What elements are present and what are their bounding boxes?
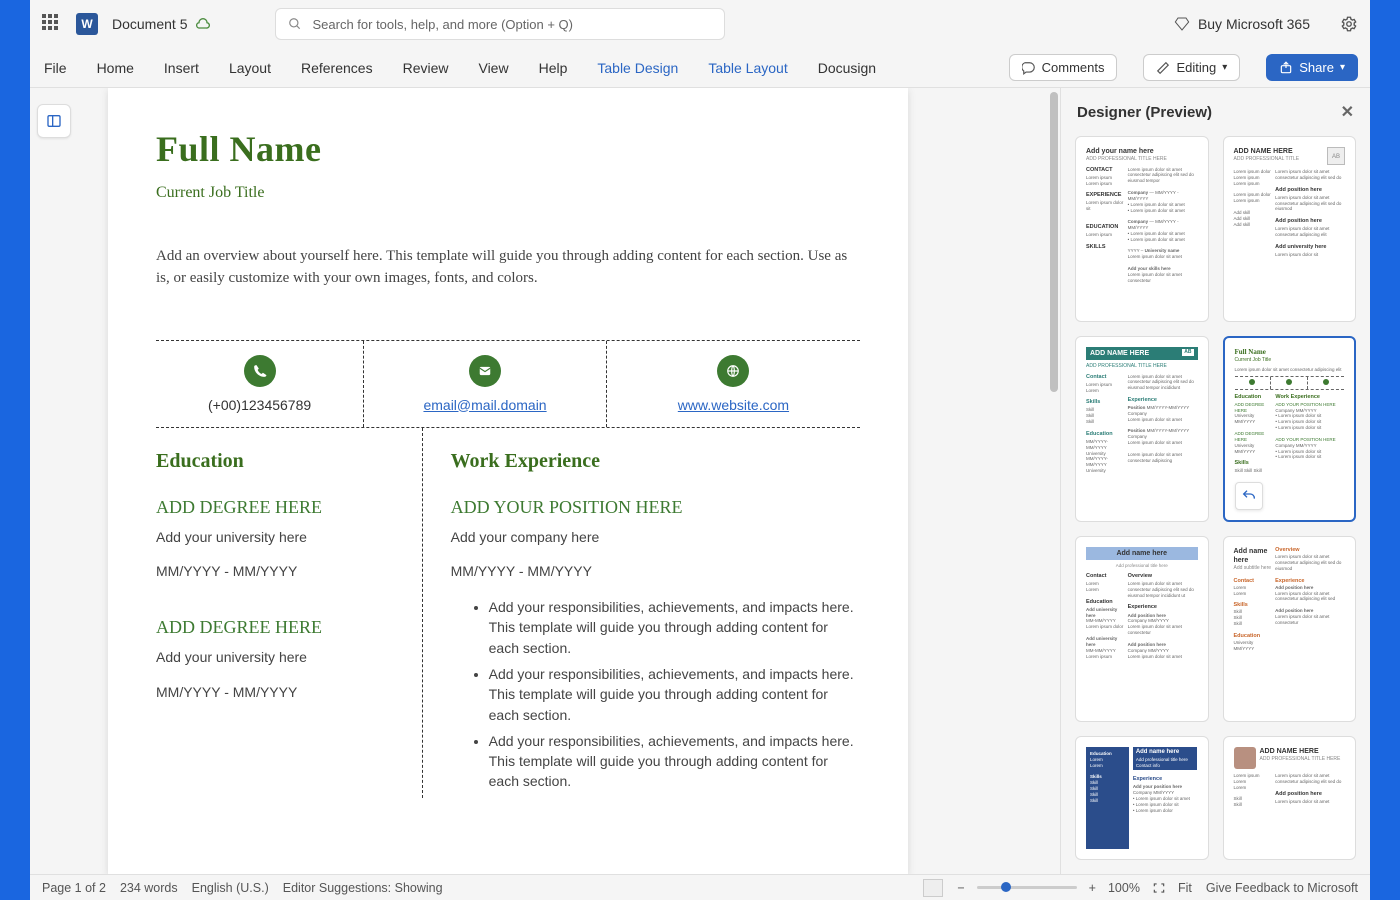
design-card-6[interactable]: Add name hereAdd subtitle hereContactLor… xyxy=(1223,536,1357,722)
design-card-8[interactable]: ADD NAME HERE ADD PROFESSIONAL TITLE HER… xyxy=(1223,736,1357,860)
settings-icon[interactable] xyxy=(1340,15,1358,33)
design-card-3[interactable]: ADD NAME HERE AB ADD PROFESSIONAL TITLE … xyxy=(1075,336,1209,522)
email-icon xyxy=(469,355,501,387)
zoom-slider[interactable] xyxy=(977,886,1077,889)
contact-phone[interactable]: (+00)123456789 xyxy=(162,397,357,413)
chevron-down-icon: ▾ xyxy=(1222,62,1227,73)
contact-email[interactable]: email@mail.domain xyxy=(370,397,600,413)
contact-email-cell[interactable]: email@mail.domain xyxy=(363,341,606,427)
undo-design-button[interactable] xyxy=(1235,482,1263,510)
designer-panel: Designer (Preview) ✕ Add your name here … xyxy=(1060,88,1370,874)
close-icon[interactable]: ✕ xyxy=(1341,102,1354,122)
design-card-2[interactable]: AB ADD NAME HERE ADD PROFESSIONAL TITLE … xyxy=(1223,136,1357,322)
zoom-slider-thumb[interactable] xyxy=(1001,882,1011,892)
fit-width-icon[interactable] xyxy=(1152,881,1166,895)
navigation-pane-button[interactable] xyxy=(37,104,71,138)
contact-phone-cell[interactable]: (+00)123456789 xyxy=(156,341,363,427)
undo-icon xyxy=(1241,488,1257,504)
word-logo-icon: W xyxy=(76,13,98,35)
feedback-link[interactable]: Give Feedback to Microsoft xyxy=(1206,881,1358,895)
panel-icon xyxy=(46,113,62,129)
tab-docusign[interactable]: Docusign xyxy=(816,54,878,82)
editing-mode-button[interactable]: Editing ▾ xyxy=(1143,54,1240,81)
degree-1[interactable]: ADD DEGREE HERE xyxy=(156,497,402,518)
tab-review[interactable]: Review xyxy=(401,54,451,82)
design-card-4-selected[interactable]: Full Name Current Job Title Lorem ipsum … xyxy=(1223,336,1357,522)
share-button[interactable]: Share ▾ xyxy=(1266,54,1358,81)
work-bullet-2[interactable]: Add your responsibilities, achievements,… xyxy=(489,664,860,725)
document-page[interactable]: Full Name Current Job Title Add an overv… xyxy=(108,88,908,874)
work-header[interactable]: Work Experience xyxy=(451,450,860,473)
tab-file[interactable]: File xyxy=(42,54,69,82)
tab-references[interactable]: References xyxy=(299,54,375,82)
work-bullet-3[interactable]: Add your responsibilities, achievements,… xyxy=(489,731,860,792)
buy-m365-button[interactable]: Buy Microsoft 365 xyxy=(1168,12,1316,36)
globe-icon xyxy=(717,355,749,387)
university-2[interactable]: Add your university here xyxy=(156,648,402,668)
tab-insert[interactable]: Insert xyxy=(162,54,201,82)
status-words[interactable]: 234 words xyxy=(120,881,178,895)
editing-label: Editing xyxy=(1176,60,1216,75)
search-input[interactable]: Search for tools, help, and more (Option… xyxy=(275,8,725,40)
zoom-level[interactable]: 100% xyxy=(1108,881,1140,895)
design-card-1[interactable]: Add your name here ADD PROFESSIONAL TITL… xyxy=(1075,136,1209,322)
document-canvas[interactable]: Full Name Current Job Title Add an overv… xyxy=(78,88,1048,874)
tab-view[interactable]: View xyxy=(476,54,510,82)
search-placeholder: Search for tools, help, and more (Option… xyxy=(312,17,573,32)
education-header[interactable]: Education xyxy=(156,450,402,473)
contact-website-cell[interactable]: www.website.com xyxy=(606,341,860,427)
edu-dates-2[interactable]: MM/YYYY - MM/YYYY xyxy=(156,684,402,700)
saved-cloud-icon[interactable] xyxy=(195,16,211,32)
buy-m365-label: Buy Microsoft 365 xyxy=(1198,16,1310,32)
tab-layout[interactable]: Layout xyxy=(227,54,273,82)
edu-dates-1[interactable]: MM/YYYY - MM/YYYY xyxy=(156,563,402,579)
designer-title: Designer (Preview) xyxy=(1077,104,1212,121)
document-title[interactable]: Document 5 xyxy=(112,16,187,32)
diamond-icon xyxy=(1174,16,1190,32)
zoom-in-button[interactable]: + xyxy=(1089,881,1096,895)
share-icon xyxy=(1279,61,1293,75)
search-icon xyxy=(288,17,302,31)
fit-button[interactable]: Fit xyxy=(1178,881,1192,895)
tab-table-layout[interactable]: Table Layout xyxy=(706,54,789,82)
reading-view-button[interactable] xyxy=(923,879,943,897)
university-1[interactable]: Add your university here xyxy=(156,528,402,548)
comments-button[interactable]: Comments xyxy=(1009,54,1118,81)
tab-home[interactable]: Home xyxy=(95,54,136,82)
comments-label: Comments xyxy=(1042,60,1105,75)
pencil-icon xyxy=(1156,61,1170,75)
work-bullet-1[interactable]: Add your responsibilities, achievements,… xyxy=(489,597,860,658)
status-suggestions[interactable]: Editor Suggestions: Showing xyxy=(283,881,443,895)
work-dates-1[interactable]: MM/YYYY - MM/YYYY xyxy=(451,563,860,579)
contact-website[interactable]: www.website.com xyxy=(613,397,854,413)
tab-table-design[interactable]: Table Design xyxy=(595,54,680,82)
zoom-out-button[interactable]: − xyxy=(957,881,964,895)
scrollbar-thumb[interactable] xyxy=(1050,92,1058,392)
vertical-scrollbar[interactable] xyxy=(1048,88,1060,874)
position-1[interactable]: ADD YOUR POSITION HERE xyxy=(451,497,860,518)
status-language[interactable]: English (U.S.) xyxy=(192,881,269,895)
design-card-5[interactable]: Add name here Add professional title her… xyxy=(1075,536,1209,722)
share-label: Share xyxy=(1299,60,1334,75)
status-page[interactable]: Page 1 of 2 xyxy=(42,881,106,895)
phone-icon xyxy=(244,355,276,387)
app-launcher-icon[interactable] xyxy=(42,14,62,34)
resume-overview[interactable]: Add an overview about yourself here. Thi… xyxy=(156,246,860,290)
tab-help[interactable]: Help xyxy=(537,54,570,82)
degree-2[interactable]: ADD DEGREE HERE xyxy=(156,617,402,638)
comment-icon xyxy=(1022,61,1036,75)
design-card-7[interactable]: EducationLoremLoremSkillsSkillSkillSkill… xyxy=(1075,736,1209,860)
company-1[interactable]: Add your company here xyxy=(451,528,860,548)
resume-full-name[interactable]: Full Name xyxy=(156,128,860,170)
chevron-down-icon: ▾ xyxy=(1340,62,1345,73)
resume-job-title[interactable]: Current Job Title xyxy=(156,184,860,202)
